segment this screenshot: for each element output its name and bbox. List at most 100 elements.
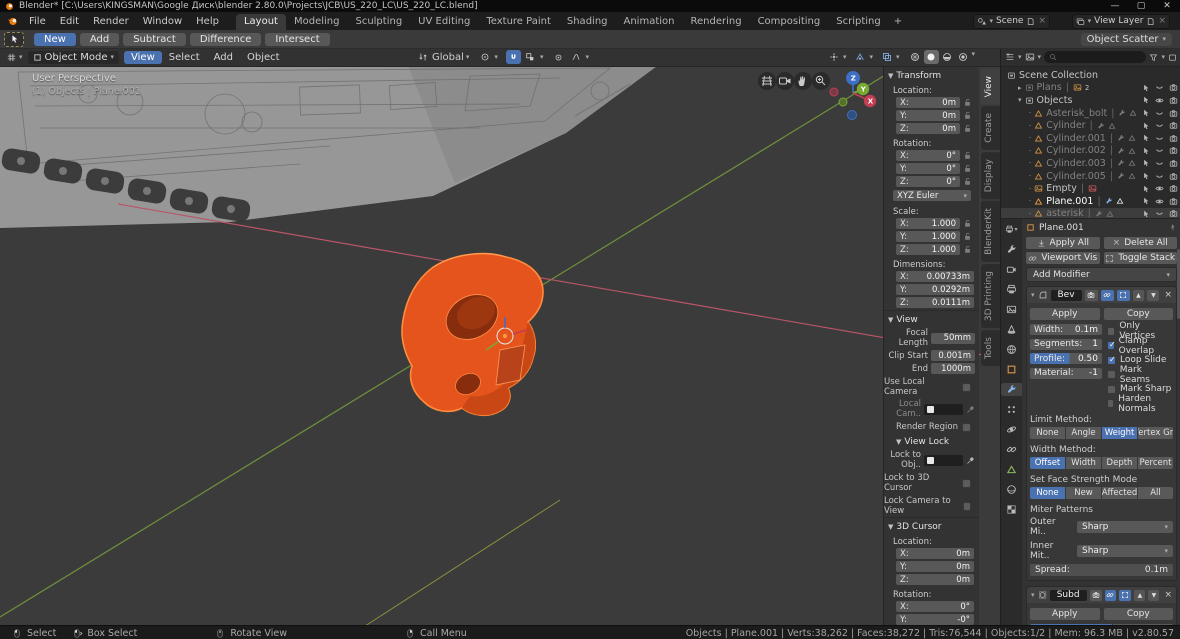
number-field[interactable]: X: 0°	[896, 601, 974, 612]
number-field[interactable]: Z: 1.000	[896, 244, 960, 255]
expander-icon[interactable]: ▾	[1018, 96, 1022, 104]
outliner-row-plans[interactable]: ▸ Plans | 2	[1001, 82, 1180, 95]
properties-editor-type-dropdown[interactable]: ▾	[1003, 223, 1020, 236]
segment-option-offset[interactable]: Offset	[1030, 457, 1065, 469]
pointer-icon[interactable]	[1142, 147, 1150, 155]
editor-type-icon[interactable]	[4, 50, 19, 64]
snap-magnet-toggle[interactable]	[505, 50, 521, 64]
mode-dropdown[interactable]: Object Mode ▾	[27, 50, 120, 64]
menu-file[interactable]: File	[22, 16, 53, 27]
workspace-tab-rendering[interactable]: Rendering	[682, 14, 749, 30]
lock-icon[interactable]	[963, 164, 972, 173]
outliner-row-cylinder-003[interactable]: · Cylinder.003 |	[1001, 157, 1180, 170]
pointer-icon[interactable]	[1142, 122, 1150, 130]
workspace-tab-animation[interactable]: Animation	[616, 14, 683, 30]
xray-toggle-icon[interactable]	[879, 50, 894, 64]
n-panel-tab-view[interactable]: View	[981, 69, 1000, 105]
local-camera-field[interactable]	[924, 403, 963, 415]
overlays-icon[interactable]	[853, 50, 868, 64]
number-field[interactable]: Y: 0°	[896, 163, 960, 174]
menu-render[interactable]: Render	[86, 16, 136, 27]
rotation-order-dropdown[interactable]: XYZ Euler ▾	[893, 190, 971, 201]
difference-button[interactable]: Difference	[189, 32, 262, 46]
properties-tab-data[interactable]	[1003, 463, 1020, 476]
add-modifier-dropdown[interactable]: Add Modifier ▾	[1026, 267, 1177, 282]
viewport-menu-view[interactable]: View	[124, 50, 162, 64]
viewport-vis-button[interactable]: Viewport Vis	[1026, 252, 1100, 264]
shading-solid-icon[interactable]	[923, 50, 939, 64]
object-scatter-dropdown[interactable]: Object Scatter ▾	[1080, 32, 1172, 46]
lock-icon[interactable]	[963, 219, 972, 228]
properties-tab-object[interactable]	[1003, 363, 1020, 376]
properties-tab-render[interactable]	[1003, 263, 1020, 276]
modifier-name-field[interactable]: Subd	[1049, 589, 1087, 601]
number-field[interactable]: Y: 0m	[896, 561, 974, 572]
new-scene-icon[interactable]	[1026, 17, 1035, 26]
pointer-icon[interactable]	[1142, 96, 1150, 104]
eye-closed-icon[interactable]	[1155, 172, 1164, 181]
n-panel-tab-3d-printing[interactable]: 3D Printing	[981, 264, 1000, 329]
properties-tab-constraints[interactable]	[1003, 443, 1020, 456]
modifier-name-field[interactable]: Bev	[1050, 289, 1082, 301]
filter-funnel-icon[interactable]	[1149, 53, 1158, 62]
lock-icon[interactable]	[963, 98, 972, 107]
scene-selector[interactable]: ▾ Scene ×	[973, 13, 1050, 29]
workspace-tab-[interactable]: +	[889, 14, 907, 30]
profile-field[interactable]: Profile: 0.50	[1030, 353, 1102, 364]
number-field[interactable]: Y: 0m	[896, 110, 960, 121]
properties-tab-world[interactable]	[1003, 343, 1020, 356]
properties-tab-modifiers[interactable]	[1001, 383, 1022, 396]
outliner-row-asterisk_bolt[interactable]: · Asterisk_bolt |	[1001, 107, 1180, 120]
properties-tab-output[interactable]	[1003, 283, 1020, 296]
shading-wireframe-icon[interactable]	[908, 50, 923, 64]
apply-button[interactable]: Apply	[1030, 608, 1100, 620]
segment-option-width[interactable]: Width	[1066, 457, 1101, 469]
camera-view-button[interactable]	[776, 72, 794, 90]
view-lock-subheader[interactable]: ▼ View Lock	[884, 433, 979, 449]
workspace-tab-layout[interactable]: Layout	[235, 14, 286, 30]
move-down-button[interactable]: ▼	[1148, 589, 1160, 601]
segment-option-angle[interactable]: Angle	[1066, 427, 1101, 439]
eye-open-icon[interactable]	[1155, 197, 1164, 206]
properties-tab-view-layer[interactable]	[1003, 303, 1020, 316]
delete-all-button[interactable]: × Delete All	[1103, 237, 1177, 249]
pointer-icon[interactable]	[1142, 84, 1150, 92]
segment-option-all[interactable]: All	[1138, 487, 1173, 499]
minimize-button[interactable]: —	[1102, 0, 1128, 12]
eye-closed-icon[interactable]	[1155, 209, 1164, 218]
outliner-row-asterisk[interactable]: · asterisk |	[1001, 207, 1180, 218]
selected-object[interactable]	[401, 252, 544, 417]
pin-icon[interactable]	[1168, 223, 1177, 232]
toggle-realtime-icon[interactable]	[1104, 589, 1117, 601]
orientation-label[interactable]: Global	[432, 52, 464, 63]
viewport-menu-select[interactable]: Select	[162, 51, 207, 64]
toggle-render-icon[interactable]	[1089, 589, 1102, 601]
segment-option-vertex-gr--[interactable]: Vertex Gr..	[1138, 427, 1173, 439]
outliner-row-objects[interactable]: ▾ Objects	[1001, 94, 1180, 107]
intersect-button[interactable]: Intersect	[265, 32, 330, 46]
segment-option-depth[interactable]: Depth	[1102, 457, 1137, 469]
viewport-menu-add[interactable]: Add	[207, 51, 240, 64]
add-button[interactable]: Add	[79, 32, 120, 46]
menu-window[interactable]: Window	[136, 16, 189, 27]
apply-all-button[interactable]: Apply All	[1026, 237, 1100, 249]
number-field[interactable]: Y: -0°	[896, 614, 974, 625]
apply-button[interactable]: Apply	[1030, 308, 1100, 320]
number-field[interactable]: X: 1.000	[896, 218, 960, 229]
workspace-tab-shading[interactable]: Shading	[559, 14, 616, 30]
properties-tab-scene[interactable]	[1003, 323, 1020, 336]
camera-icon[interactable]	[1169, 209, 1178, 218]
workspace-tab-compositing[interactable]: Compositing	[750, 14, 829, 30]
panel-header-transform[interactable]: ▼ Transform	[884, 66, 979, 83]
toolbar-expand-arrow[interactable]: ›	[2, 70, 6, 83]
lock-icon[interactable]	[963, 232, 972, 241]
camera-icon[interactable]	[1169, 134, 1178, 143]
pointer-icon[interactable]	[1142, 185, 1150, 193]
shading-material-icon[interactable]	[940, 50, 955, 64]
number-field[interactable]: X: 0m	[896, 97, 960, 108]
number-field[interactable]: X: 0.00733m	[896, 271, 974, 282]
falloff-curve-icon[interactable]	[568, 50, 583, 64]
new-layer-icon[interactable]	[1146, 17, 1155, 26]
toggle-stack-button[interactable]: Toggle Stack	[1103, 252, 1177, 264]
checkbox[interactable]	[1107, 384, 1116, 394]
